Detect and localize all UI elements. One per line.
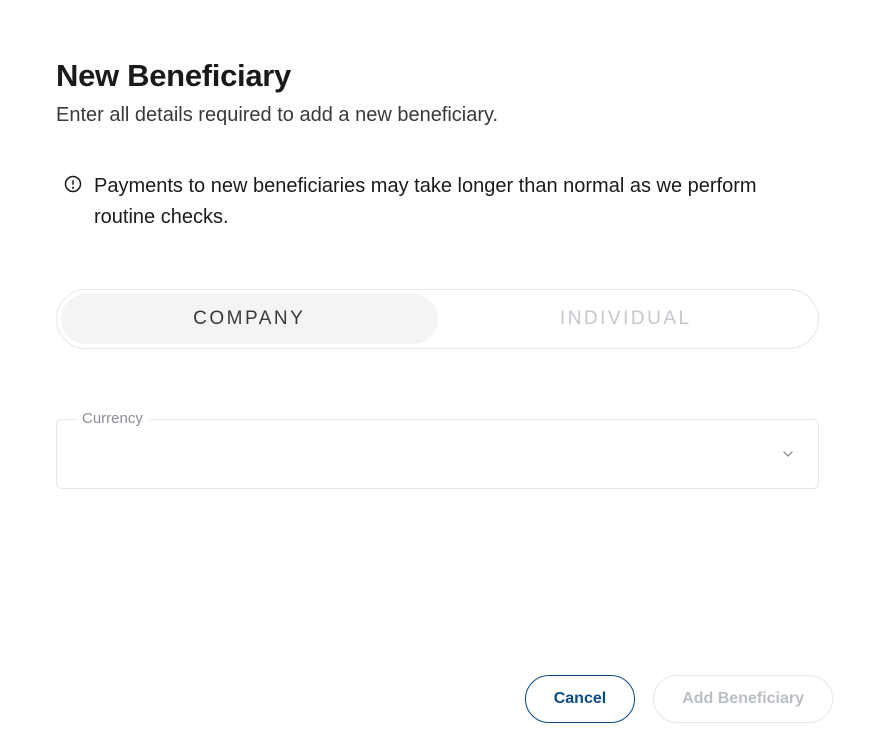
cancel-button[interactable]: Cancel (525, 675, 635, 723)
currency-label: Currency (76, 410, 149, 427)
info-icon (64, 175, 82, 193)
info-text: Payments to new beneficiaries may take l… (94, 171, 819, 233)
page-title: New Beneficiary (56, 58, 819, 94)
tab-company[interactable]: COMPANY (61, 294, 438, 344)
info-banner: Payments to new beneficiaries may take l… (56, 171, 819, 233)
page-subtitle: Enter all details required to add a new … (56, 104, 819, 127)
add-beneficiary-button[interactable]: Add Beneficiary (653, 675, 833, 723)
beneficiary-type-tabs: COMPANY INDIVIDUAL (56, 289, 819, 349)
currency-select[interactable] (56, 419, 819, 489)
footer-actions: Cancel Add Beneficiary (525, 675, 833, 723)
tab-individual[interactable]: INDIVIDUAL (438, 294, 815, 344)
currency-field-group: Currency (56, 419, 819, 489)
chevron-down-icon (780, 446, 796, 462)
